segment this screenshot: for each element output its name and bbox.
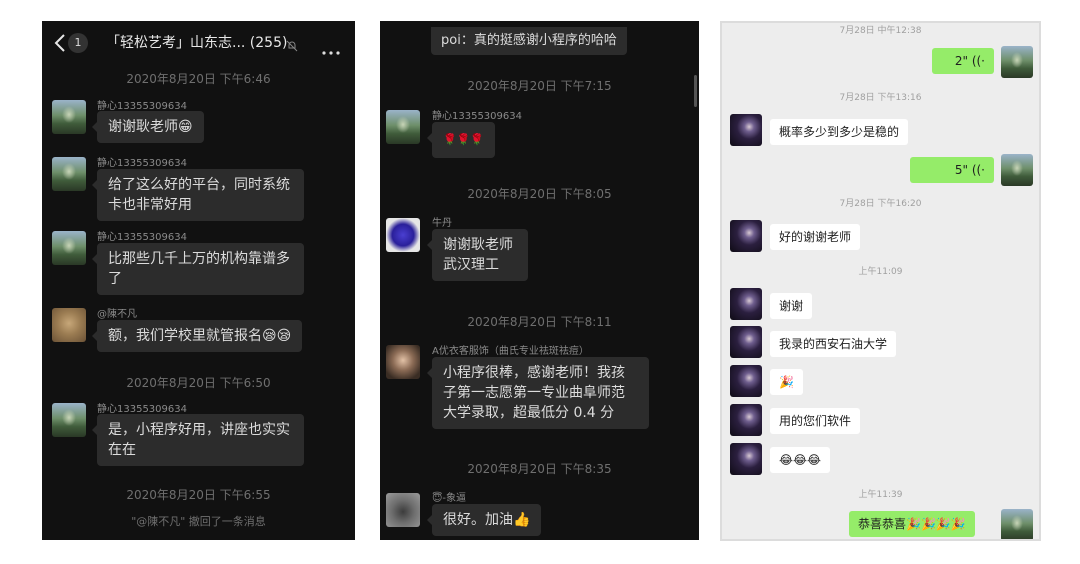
contact-avatar[interactable]: [730, 288, 762, 320]
sender-name: 静心13355309634: [432, 111, 522, 122]
chat-window-private: 7月28日 中午12:38 2" ((· 7月28日 下午13:16 概率多少到…: [720, 21, 1041, 541]
message-bubble[interactable]: 概率多少到多少是稳的: [770, 119, 909, 145]
timestamp: 上午11:39: [858, 490, 903, 500]
message-bubble[interactable]: 小程序很棒，感谢老师！我孩子第一志愿第一专业曲阜师范大学录取，超最低分 0.4 …: [427, 357, 649, 429]
timestamp: 2020年8月20日 下午7:15: [467, 79, 612, 93]
sender-name: 静心13355309634: [97, 404, 187, 415]
self-avatar[interactable]: [1001, 154, 1033, 186]
timestamp: 上午11:09: [858, 267, 903, 277]
contact-avatar[interactable]: [730, 365, 762, 397]
contact-avatar[interactable]: [730, 326, 762, 358]
message-bubble[interactable]: 用的您们软件: [770, 408, 861, 434]
message-bubble[interactable]: 谢谢耿老师 武汉理工: [427, 229, 528, 281]
message-bubble[interactable]: 是，小程序好用，讲座也实实在在: [92, 414, 304, 466]
voice-duration: 5": [954, 163, 968, 177]
message-bubble[interactable]: 谢谢: [770, 293, 813, 319]
sender-avatar[interactable]: [386, 345, 420, 379]
self-avatar[interactable]: [1001, 509, 1033, 539]
more-options-icon[interactable]: [322, 40, 340, 55]
sender-avatar[interactable]: [52, 157, 86, 191]
timestamp: 2020年8月20日 下午8:35: [467, 462, 612, 476]
back-chevron-icon[interactable]: [54, 33, 66, 53]
sender-name: 静心13355309634: [97, 101, 187, 112]
unread-count-badge[interactable]: 1: [68, 33, 88, 53]
sender-name: 静心13355309634: [97, 158, 187, 169]
sender-avatar[interactable]: [52, 231, 86, 265]
sender-name: 😇-象逼: [432, 493, 467, 504]
voice-waves-icon: ((·: [971, 54, 985, 68]
chat-window-group: 1 「轻松艺考」山东志... (255) 2020年8月20日 下午6:46 静…: [42, 21, 355, 540]
message-bubble[interactable]: 比那些几千上万的机构靠谱多了: [92, 243, 304, 295]
self-avatar[interactable]: [1001, 46, 1033, 78]
message-bubble[interactable]: 给了这么好的平台，同时系统卡也非常好用: [92, 169, 304, 221]
message-bubble[interactable]: 😂😂😂: [770, 447, 831, 473]
sender-name: @陳不凡: [97, 309, 137, 320]
sender-avatar[interactable]: [386, 493, 420, 527]
voice-message-bubble[interactable]: 5" ((·: [910, 157, 994, 183]
timestamp: 2020年8月20日 下午6:55: [126, 488, 271, 502]
voice-duration: 2": [954, 54, 968, 68]
message-bubble-partial[interactable]: poi：真的挺感谢小程序的哈哈: [431, 27, 627, 55]
voice-message-bubble[interactable]: 2" ((·: [932, 48, 994, 74]
sender-avatar[interactable]: [386, 218, 420, 252]
contact-avatar[interactable]: [730, 114, 762, 146]
message-bubble[interactable]: 谢谢耿老师😁: [92, 111, 204, 143]
sender-avatar[interactable]: [52, 100, 86, 134]
timestamp: 2020年8月20日 下午6:50: [126, 376, 271, 390]
timestamp: 2020年8月20日 下午8:11: [467, 315, 612, 329]
timestamp: 2020年8月20日 下午6:46: [126, 72, 271, 86]
message-bubble[interactable]: 我录的西安石油大学: [770, 331, 897, 357]
message-bubble[interactable]: 🎉: [770, 369, 803, 395]
timestamp: 2020年8月20日 下午8:05: [467, 187, 612, 201]
scrollbar[interactable]: [694, 75, 697, 107]
timestamp: 7月28日 下午13:16: [839, 93, 922, 103]
mute-bell-icon: [286, 37, 298, 52]
chat-title: 「轻松艺考」山东志... (255): [106, 35, 288, 51]
message-bubble-outgoing[interactable]: 恭喜恭喜🎉🎉🎉🎉: [849, 511, 975, 537]
sender-avatar[interactable]: [52, 308, 86, 342]
voice-waves-icon: ((·: [971, 163, 985, 177]
message-bubble[interactable]: 很好。加油👍: [426, 504, 542, 536]
message-bubble[interactable]: 额，我们学校里就管报名😪😪: [91, 320, 303, 352]
chat-window-group: poi：真的挺感谢小程序的哈哈 2020年8月20日 下午7:15 静心1335…: [380, 21, 699, 540]
contact-avatar[interactable]: [730, 443, 762, 475]
timestamp: 7月28日 下午16:20: [839, 199, 922, 209]
contact-avatar[interactable]: [730, 404, 762, 436]
message-bubble[interactable]: 好的谢谢老师: [770, 224, 861, 250]
message-bubble[interactable]: 🌹🌹🌹: [426, 122, 496, 158]
contact-avatar[interactable]: [730, 220, 762, 252]
recall-notice: "@陳不凡" 撤回了一条消息: [131, 515, 266, 528]
sender-name: A优衣客服饰（曲氏专业祛斑祛痘）: [432, 346, 589, 357]
timestamp: 7月28日 中午12:38: [839, 26, 922, 36]
sender-avatar[interactable]: [386, 110, 420, 144]
sender-avatar[interactable]: [52, 403, 86, 437]
chat-header: 1 「轻松艺考」山东志... (255): [42, 21, 355, 65]
sender-name: 牛丹: [432, 218, 452, 229]
sender-name: 静心13355309634: [97, 232, 187, 243]
